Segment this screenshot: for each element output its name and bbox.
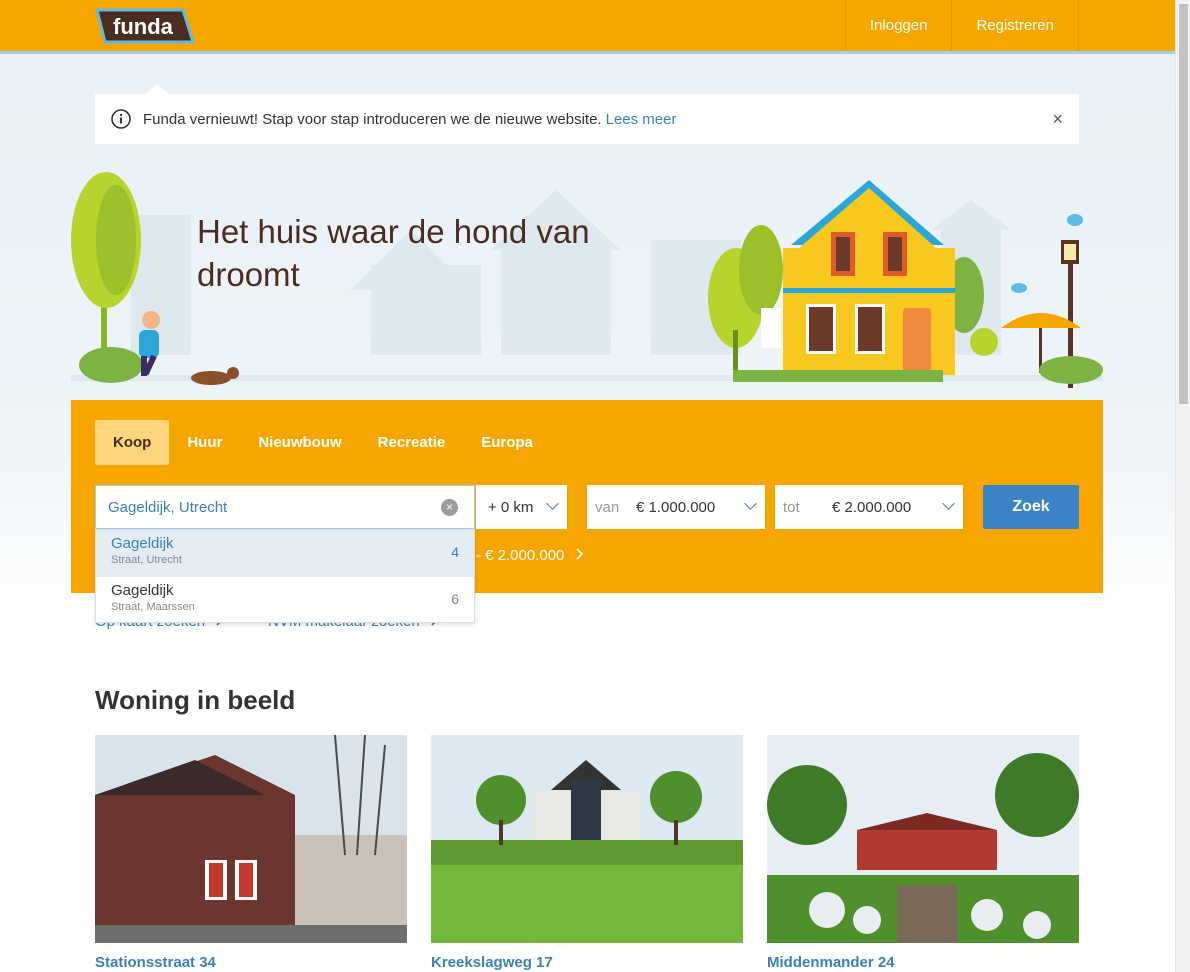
listing-card[interactable]: Middenmander 24	[767, 735, 1079, 971]
notice-caret	[145, 84, 169, 94]
suggestion-item[interactable]: Gageldijk Straat, Utrecht 4	[96, 530, 474, 577]
info-icon	[111, 109, 131, 129]
radius-select[interactable]: + 0 km	[476, 485, 567, 529]
tab-europa[interactable]: Europa	[463, 420, 551, 465]
hero-title: Het huis waar de hond van droomt	[197, 213, 590, 293]
tab-recreatie[interactable]: Recreatie	[360, 420, 464, 465]
price-to-value: € 2.000.000	[832, 498, 912, 516]
listing-title[interactable]: Middenmander 24	[767, 954, 1079, 971]
tab-koop[interactable]: Koop	[95, 420, 170, 465]
suggestion-item[interactable]: Gageldijk Straat, Maarssen 6	[96, 577, 474, 624]
search-input[interactable]	[96, 487, 426, 527]
listing-title[interactable]: Stationsstraat 34	[95, 954, 407, 971]
radius-value: + 0 km	[488, 498, 534, 516]
logo-text: funda	[113, 14, 174, 39]
recent-search-text: - € 2.000.000	[476, 547, 565, 564]
listing-photo[interactable]	[431, 735, 743, 943]
suggestion-name: Gageldijk	[111, 582, 174, 599]
price-to-select[interactable]: tot € 2.000.000	[775, 485, 963, 529]
price-to-label: tot	[783, 498, 800, 516]
tab-huur[interactable]: Huur	[169, 420, 240, 465]
chevron-down-icon	[744, 497, 757, 510]
notice-banner: Funda vernieuwt! Stap voor stap introduc…	[95, 84, 1079, 144]
listing-card[interactable]: Kreekslagweg 17	[431, 735, 743, 971]
top-bar: funda Inloggen Registreren	[0, 0, 1175, 54]
suggestion-count: 4	[451, 544, 459, 560]
chevron-right-icon	[575, 548, 583, 560]
tab-nieuwbouw[interactable]: Nieuwbouw	[240, 420, 359, 465]
search-tabs: Koop Huur Nieuwbouw Recreatie Europa	[95, 420, 551, 465]
chevron-down-icon	[546, 497, 559, 510]
suggestion-subtitle: Straat, Utrecht	[111, 554, 182, 566]
search-field: ×	[95, 485, 475, 529]
price-from-select[interactable]: van € 1.000.000	[587, 485, 765, 529]
scrollbar[interactable]	[1175, 0, 1190, 972]
chevron-down-icon	[942, 497, 955, 510]
autocomplete-dropdown: Gageldijk Straat, Utrecht 4 Gageldijk St…	[95, 529, 475, 623]
section-title: Woning in beeld	[95, 685, 296, 715]
listing-photo[interactable]	[767, 735, 1079, 943]
suggestion-count: 6	[451, 591, 459, 607]
notice-text: Funda vernieuwt! Stap voor stap introduc…	[143, 110, 602, 128]
register-link[interactable]: Registreren	[951, 0, 1079, 51]
suggestion-name: Gageldijk	[111, 535, 174, 552]
login-link[interactable]: Inloggen	[844, 0, 952, 51]
scrollbar-thumb[interactable]	[1179, 4, 1188, 404]
clear-icon[interactable]: ×	[441, 499, 458, 516]
close-icon[interactable]: ×	[1052, 109, 1063, 130]
notice-read-more-link[interactable]: Lees meer	[606, 111, 677, 128]
search-button[interactable]: Zoek	[983, 485, 1079, 529]
price-from-label: van	[595, 498, 620, 516]
recent-search-link[interactable]: - € 2.000.000	[476, 547, 585, 564]
price-from-value: € 1.000.000	[636, 498, 716, 516]
listing-title[interactable]: Kreekslagweg 17	[431, 954, 743, 971]
suggestion-subtitle: Straat, Maarssen	[111, 601, 195, 613]
listing-photo[interactable]	[95, 735, 407, 943]
funda-logo[interactable]: funda	[95, 8, 196, 49]
listing-card[interactable]: Stationsstraat 34	[95, 735, 407, 971]
